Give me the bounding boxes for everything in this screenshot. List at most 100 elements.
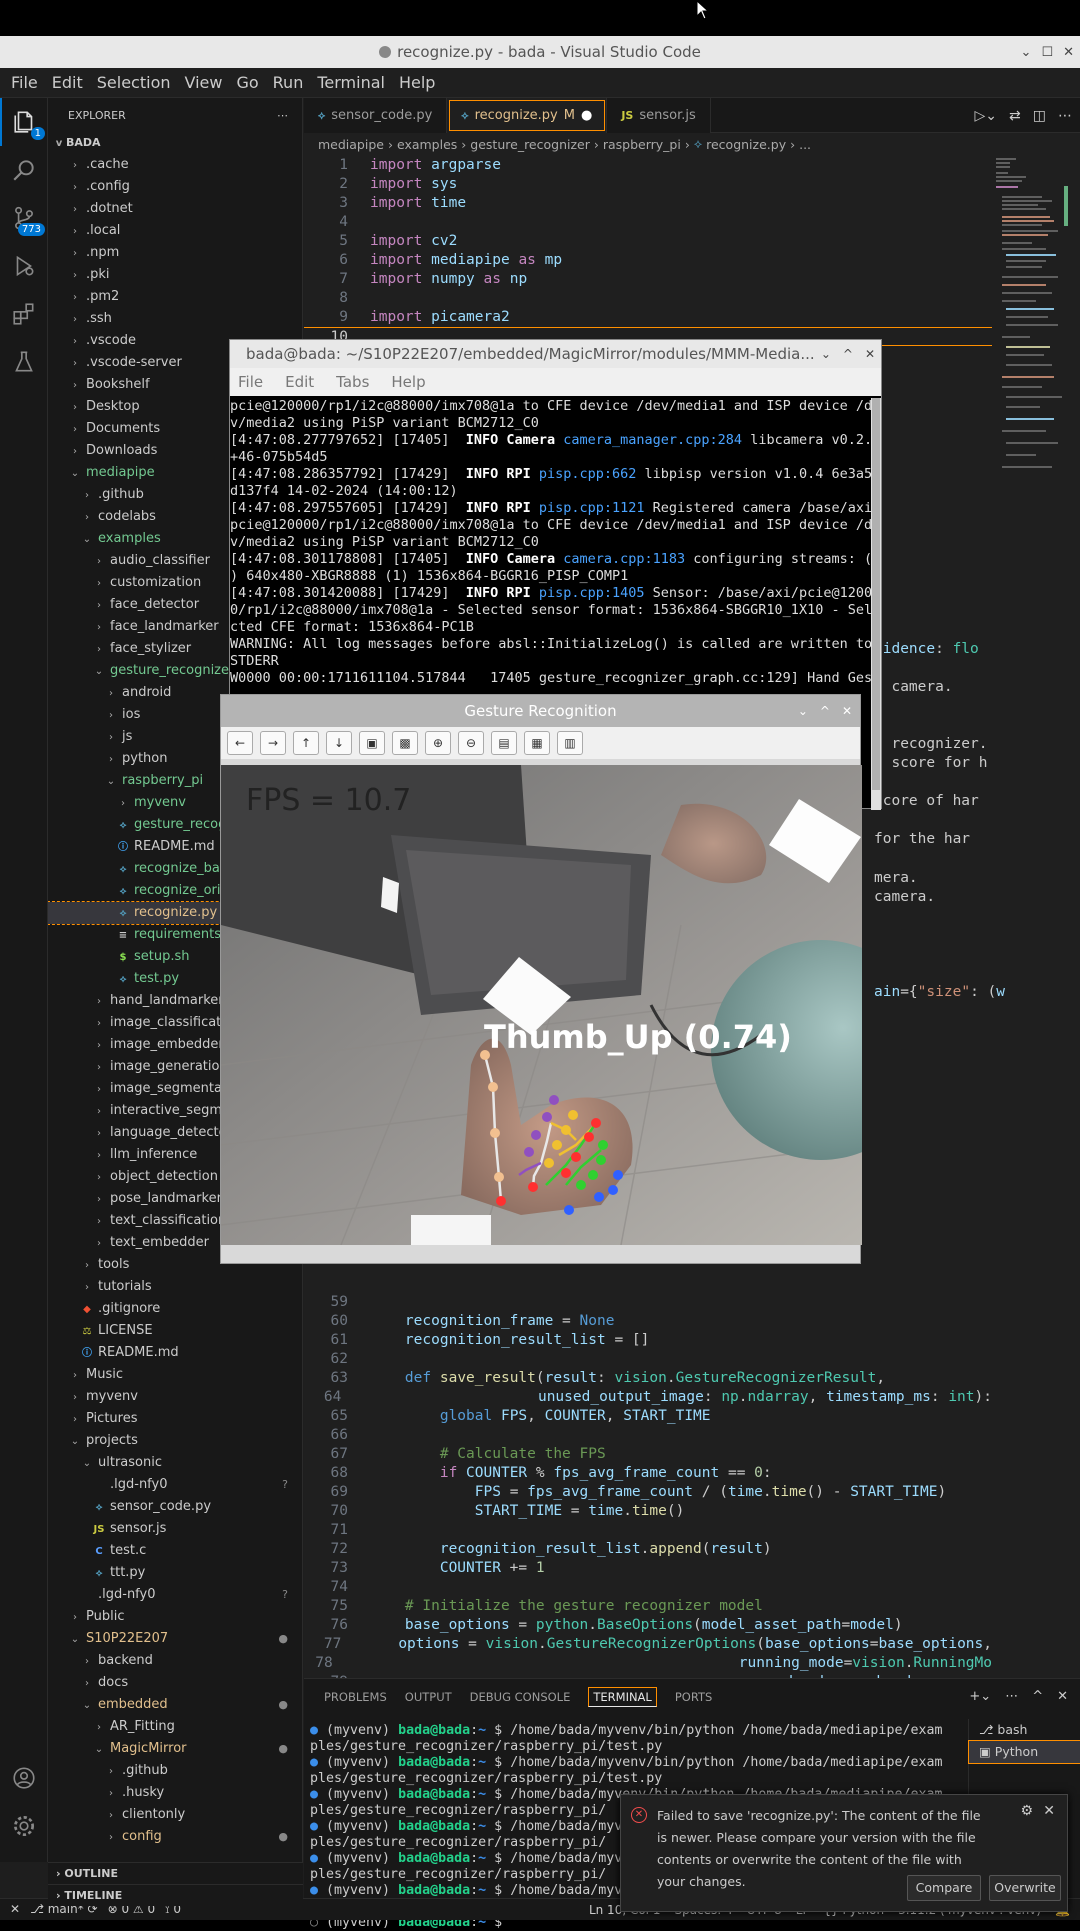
search-activity[interactable]	[0, 146, 48, 194]
tree-item[interactable]: › docs	[48, 1672, 302, 1694]
scm-activity[interactable]: 773	[0, 194, 48, 242]
menu-edit[interactable]: Edit	[45, 73, 90, 92]
code-line[interactable]: 2 import sys	[304, 175, 992, 194]
zoom-out-icon[interactable]: ⊖	[458, 731, 484, 755]
tree-item[interactable]: › .local	[48, 220, 302, 242]
run-icon[interactable]: ▷⌄	[975, 108, 998, 124]
menu-file[interactable]: File	[238, 373, 263, 391]
unsaved-dot-icon[interactable]: ●	[581, 108, 592, 123]
close-icon[interactable]: ✕	[1043, 1803, 1055, 1819]
tree-item[interactable]: ⌄ S10P22E207 ●	[48, 1628, 302, 1650]
maximize-icon[interactable]: ^	[820, 704, 830, 718]
tree-item[interactable]: ⌄ projects	[48, 1430, 302, 1452]
compare-changes-icon[interactable]: ⇄	[1009, 108, 1021, 124]
breadcrumb-item[interactable]: mediapipe	[318, 137, 384, 152]
timeline-section[interactable]: › TIMELINE	[48, 1884, 303, 1906]
code-line[interactable]: 62	[304, 1350, 992, 1369]
tree-item[interactable]: › Pictures	[48, 1408, 302, 1430]
code-line[interactable]: 60 recognition_frame = None	[304, 1312, 992, 1331]
tree-item[interactable]: Ctest.c	[48, 1540, 302, 1562]
menu-terminal[interactable]: Terminal	[310, 73, 392, 92]
tree-item[interactable]: › Public	[48, 1606, 302, 1628]
explorer-activity[interactable]: 1	[0, 98, 48, 146]
tab-ports[interactable]: PORTS	[675, 1690, 712, 1704]
code-line[interactable]: 68 if COUNTER % fps_avg_frame_count == 0…	[304, 1464, 992, 1483]
breadcrumb-item[interactable]: gesture_recognizer	[470, 137, 590, 152]
menu-run[interactable]: Run	[266, 73, 311, 92]
menu-go[interactable]: Go	[229, 73, 265, 92]
tree-item[interactable]: › clientonly	[48, 1804, 302, 1826]
tree-item[interactable]: › Music	[48, 1364, 302, 1386]
code-line[interactable]: 59	[304, 1293, 992, 1312]
tree-item[interactable]: › config ●	[48, 1826, 302, 1848]
code-line[interactable]: 5 import cv2	[304, 232, 992, 251]
menu-view[interactable]: View	[178, 73, 230, 92]
code-line[interactable]: 3 import time	[304, 194, 992, 213]
testing-activity[interactable]	[0, 338, 48, 386]
code-line[interactable]: 73 COUNTER += 1	[304, 1559, 992, 1578]
code-line[interactable]: 70 START_TIME = time.time()	[304, 1502, 992, 1521]
tree-item[interactable]: › .pm2	[48, 286, 302, 308]
terminal-window-scrollbar[interactable]	[871, 398, 881, 810]
tree-item[interactable]: › tutorials	[48, 1276, 302, 1298]
tab-recognize[interactable]: ⟡ recognize.py M ●	[447, 98, 608, 133]
tree-item[interactable]: › .github	[48, 1760, 302, 1782]
more-actions-icon[interactable]: ⋯	[277, 109, 288, 122]
menu-edit[interactable]: Edit	[285, 373, 314, 391]
code-line[interactable]: 9 import picamera2	[304, 308, 992, 327]
gesture-window-titlebar[interactable]: Gesture Recognition ⌄ ^ ✕	[221, 695, 860, 727]
gear-icon[interactable]: ⚙	[1020, 1803, 1033, 1819]
tree-item[interactable]: ⌄ embedded ●	[48, 1694, 302, 1716]
tree-item[interactable]: › .cache	[48, 154, 302, 176]
tab-sensor-js[interactable]: JS sensor.js	[607, 98, 711, 133]
workspace-root[interactable]: v BADA	[48, 132, 302, 154]
code-fragment[interactable]: ain={"size": (w	[874, 984, 1005, 1000]
menu-help[interactable]: Help	[392, 73, 442, 92]
arrow-down-icon[interactable]: ↓	[326, 731, 352, 755]
tab-output[interactable]: OUTPUT	[405, 1690, 452, 1704]
tree-item[interactable]: JS sensor.js	[48, 1518, 302, 1540]
accounts-activity[interactable]	[0, 1754, 48, 1802]
tree-item[interactable]: ⌄ MagicMirror ●	[48, 1738, 302, 1760]
code-fragment[interactable]: camera.	[874, 889, 935, 905]
remote-icon[interactable]: ✕	[10, 1902, 20, 1917]
tree-item[interactable]: .lgd-nfy0?	[48, 1584, 302, 1606]
tree-item[interactable]: › .config	[48, 176, 302, 198]
code-line[interactable]: 71	[304, 1521, 992, 1540]
maximize-panel-icon[interactable]: ^	[1032, 1689, 1043, 1704]
code-fragment[interactable]: mera.	[874, 870, 918, 886]
tree-item[interactable]: › AR_Fitting	[48, 1716, 302, 1738]
code-line[interactable]: 75 # Initialize the gesture recognizer m…	[304, 1597, 992, 1616]
run-debug-activity[interactable]	[0, 242, 48, 290]
tab-terminal[interactable]: TERMINAL	[588, 1687, 657, 1707]
properties-icon[interactable]: ▥	[557, 731, 583, 755]
more-actions-icon[interactable]: ⋯	[1005, 1689, 1018, 1704]
tab-sensor-code[interactable]: ⟡ sensor_code.py	[304, 98, 448, 133]
code-line[interactable]: 7 import numpy as np	[304, 270, 992, 289]
code-fragment[interactable]: fidence: flo	[874, 641, 979, 657]
menu-file[interactable]: File	[4, 73, 45, 92]
minimize-icon[interactable]: ⌄	[1021, 45, 1032, 60]
zoom-in-icon[interactable]: ⊕	[425, 731, 451, 755]
tree-item[interactable]: ◆ .gitignore	[48, 1298, 302, 1320]
tab-debug-console[interactable]: DEBUG CONSOLE	[470, 1690, 571, 1704]
menu-help[interactable]: Help	[391, 373, 425, 391]
code-fragment[interactable]: score of har	[874, 793, 979, 809]
tree-item[interactable]: › myvenv	[48, 1386, 302, 1408]
terminal-item-bash[interactable]: ⎇ bash	[969, 1719, 1080, 1741]
code-line[interactable]: 61 recognition_result_list = []	[304, 1331, 992, 1350]
tree-item[interactable]: › .ssh	[48, 308, 302, 330]
tree-item[interactable]: ⟡ sensor_code.py	[48, 1496, 302, 1518]
breadcrumb-item[interactable]: recognize.py	[706, 137, 786, 152]
tree-item[interactable]: › .dotnet	[48, 198, 302, 220]
menu-selection[interactable]: Selection	[90, 73, 178, 92]
menu-tabs[interactable]: Tabs	[336, 373, 369, 391]
code-editor-lower[interactable]: 59 60 recognition_frame = None 61 recognit…	[304, 1293, 992, 1692]
close-icon[interactable]: ✕	[1063, 45, 1074, 60]
minimize-icon[interactable]: ⌄	[798, 704, 808, 718]
code-line[interactable]: 65 global FPS, COUNTER, START_TIME	[304, 1407, 992, 1426]
breadcrumb-item[interactable]: examples	[397, 137, 457, 152]
code-line[interactable]: 77 options = vision.GestureRecognizerOpt…	[304, 1635, 992, 1654]
code-fragment[interactable]: e camera.	[874, 679, 953, 695]
code-line[interactable]: 6 import mediapipe as mp	[304, 251, 992, 270]
